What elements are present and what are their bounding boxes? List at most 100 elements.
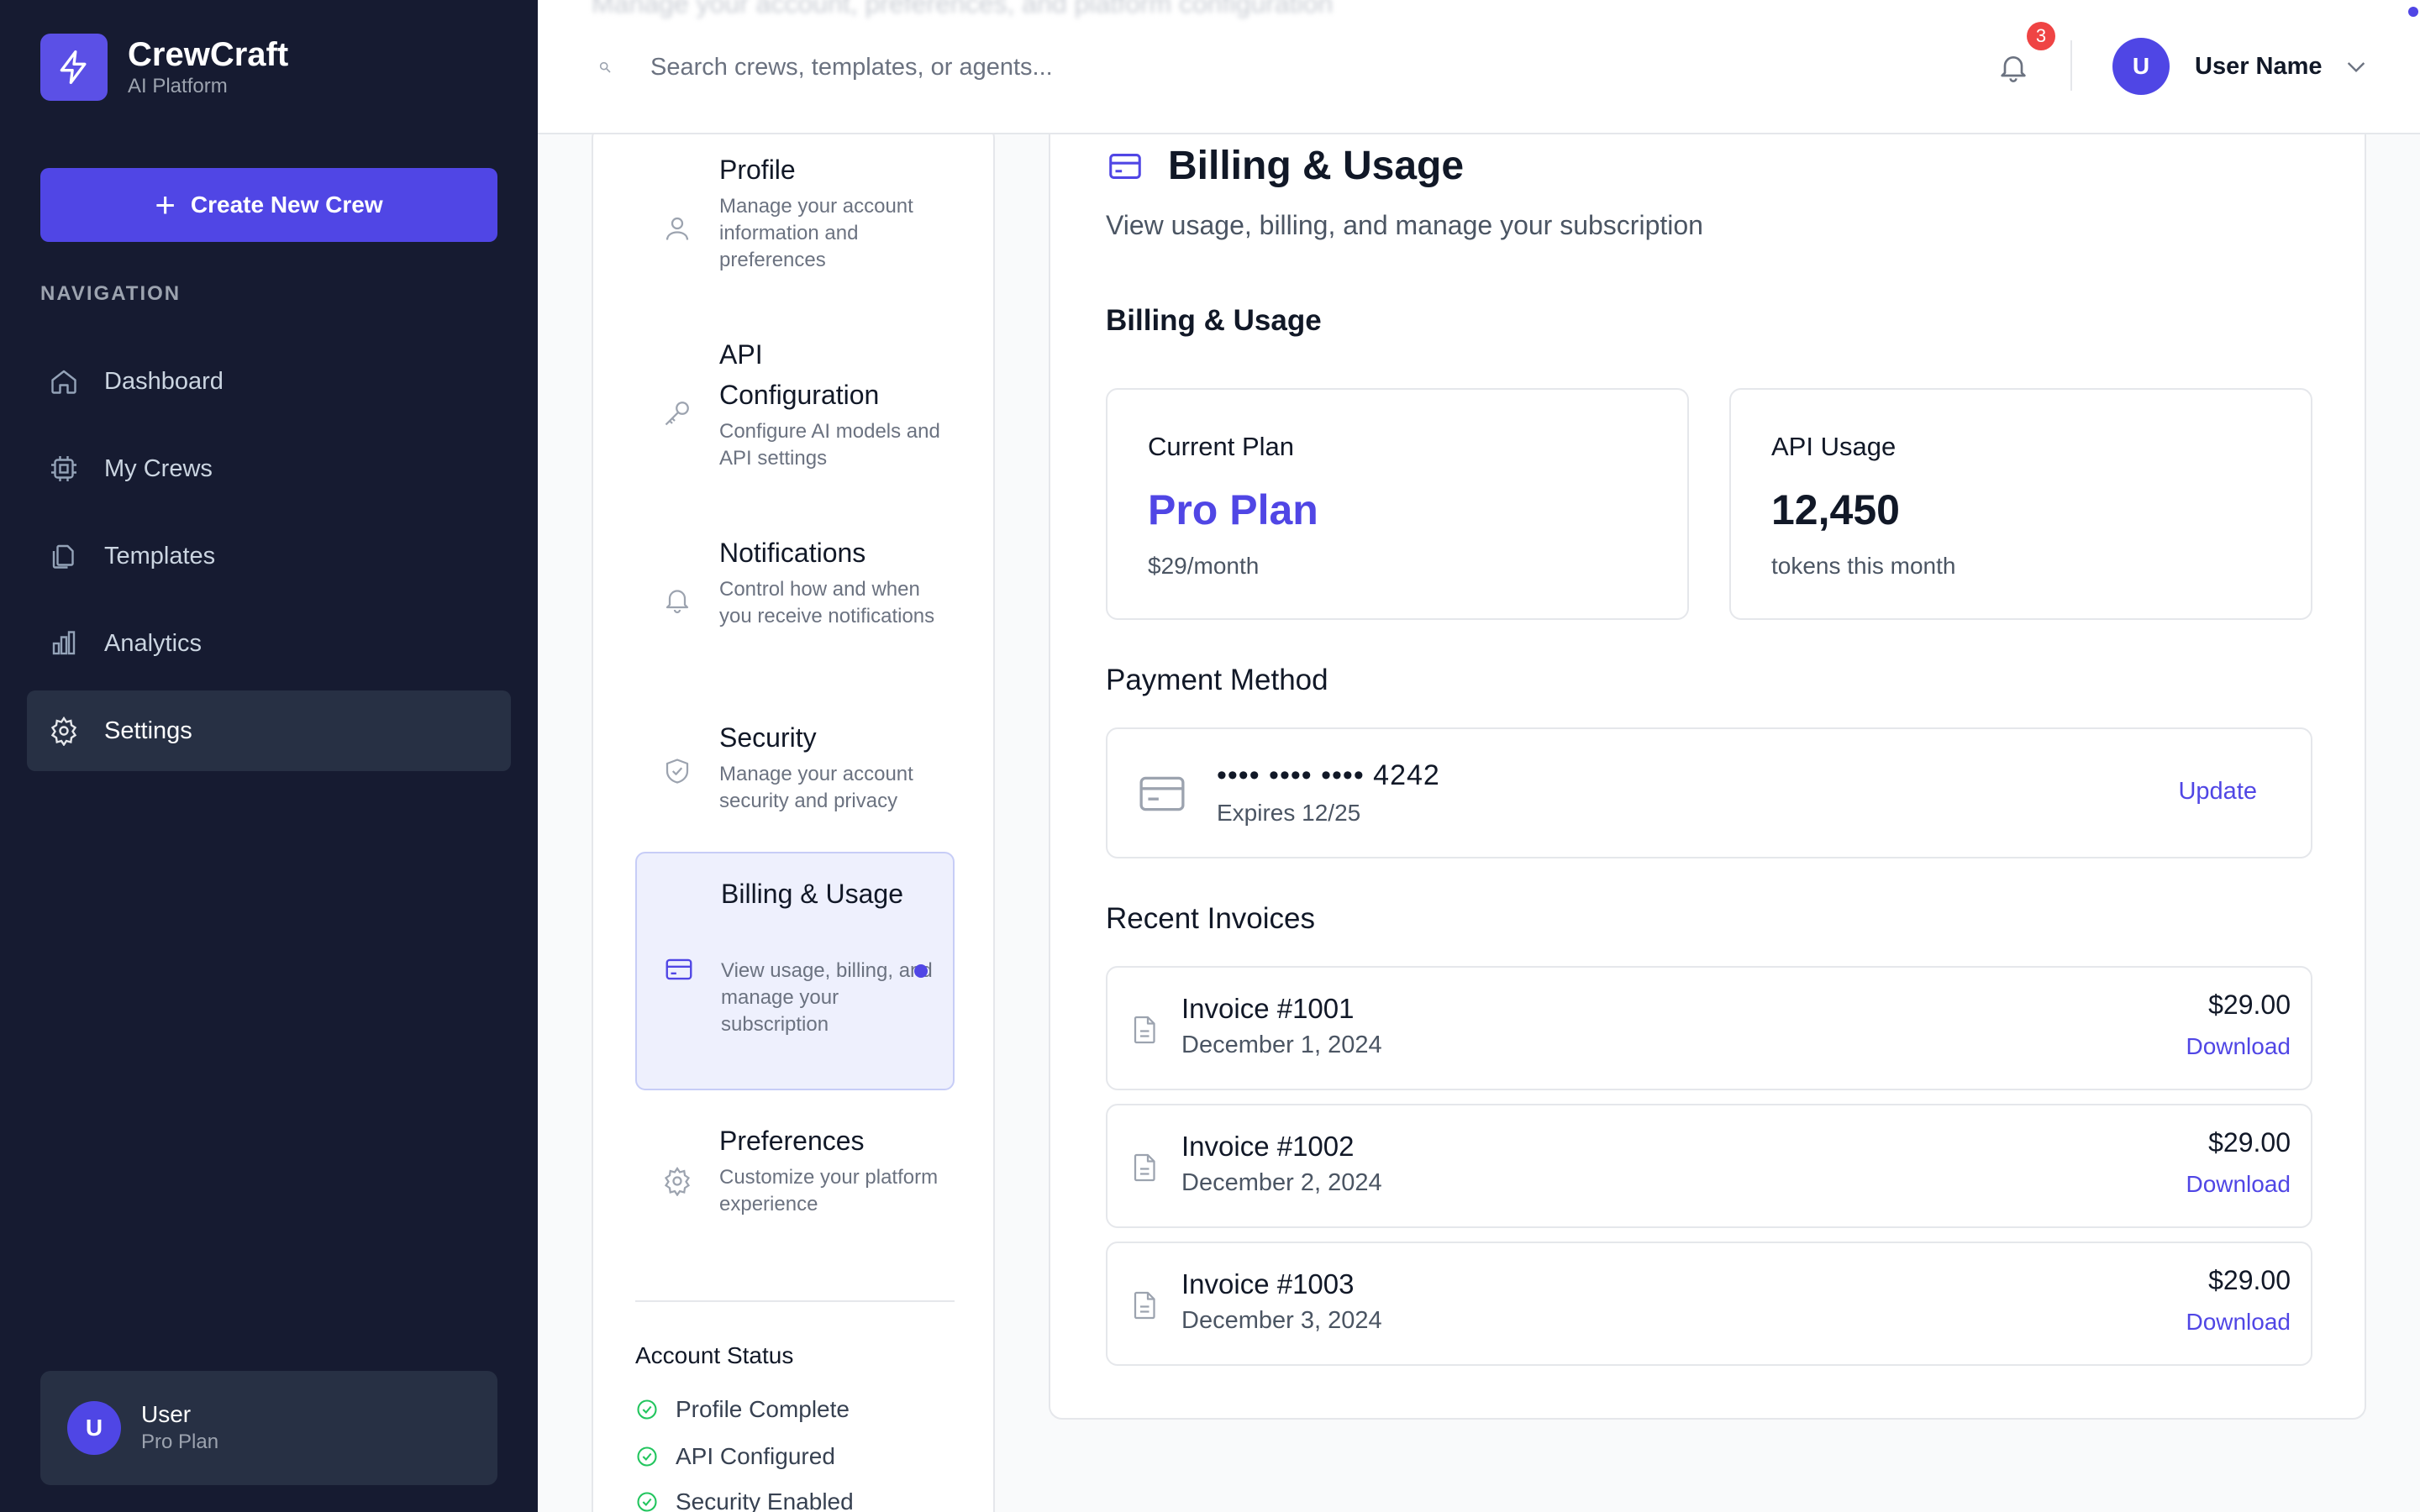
payment-method-heading: Payment Method	[1106, 664, 1328, 696]
nav-item-analytics[interactable]: Analytics	[27, 603, 511, 684]
settings-nav-title: Billing & Usage	[721, 879, 903, 909]
active-indicator-dot	[914, 964, 928, 978]
api-usage-value: 12,450	[1771, 486, 1900, 533]
current-plan-label: Current Plan	[1148, 432, 1295, 461]
status-item-label: Profile Complete	[676, 1396, 850, 1422]
invoice-download-link[interactable]: Download	[2186, 1171, 2291, 1198]
copy-icon	[47, 539, 81, 573]
home-icon	[47, 365, 81, 398]
page-title: Billing & Usage	[1168, 144, 1465, 188]
payment-method-card: •••• •••• •••• 4242 Expires 12/25 Update	[1106, 727, 2312, 858]
brand-subtitle: AI Platform	[128, 75, 228, 97]
settings-nav-item-security[interactable]: Security Manage your account security an…	[635, 712, 955, 838]
settings-nav-title: API Configuration	[719, 339, 880, 410]
api-usage-card: API Usage 12,450 tokens this month	[1729, 388, 2312, 620]
nav-item-label: Templates	[104, 542, 216, 570]
nav-item-my-crews[interactable]: My Crews	[27, 428, 511, 509]
page-subtitle-ghost: Manage your account, preferences, and pl…	[592, 0, 1334, 18]
document-icon	[1133, 1287, 1163, 1324]
settings-nav-description: Manage your account information and pref…	[719, 195, 913, 271]
card-number: •••• •••• •••• 4242	[1217, 759, 1440, 791]
status-item: API Configured	[635, 1443, 835, 1470]
nav-item-dashboard[interactable]: Dashboard	[27, 341, 511, 422]
divider	[635, 1300, 955, 1302]
api-usage-label: API Usage	[1771, 432, 1897, 461]
invoice-download-link[interactable]: Download	[2186, 1033, 2291, 1060]
invoice-date: December 1, 2024	[1181, 1032, 1382, 1058]
invoice-title: Invoice #1001	[1181, 993, 1355, 1024]
nav-item-label: Settings	[104, 717, 192, 744]
status-item: Profile Complete	[635, 1396, 850, 1423]
bar-chart-icon	[47, 627, 81, 660]
invoice-date: December 3, 2024	[1181, 1307, 1382, 1334]
nav-item-label: Analytics	[104, 629, 203, 657]
recent-invoices-heading: Recent Invoices	[1106, 902, 1316, 935]
chevron-down-icon	[2343, 52, 2371, 81]
invoice-title: Invoice #1003	[1181, 1268, 1355, 1299]
invoice-amount: $29.00	[2208, 1265, 2291, 1295]
current-plan-card: Current Plan Pro Plan $29/month	[1106, 388, 1689, 620]
settings-nav-item-notifications[interactable]: Notifications Control how and when you r…	[635, 528, 955, 687]
gear-icon	[47, 714, 81, 748]
invoice-row: Invoice #1003 December 3, 2024 $29.00 Do…	[1106, 1242, 2312, 1366]
create-new-crew-label: Create New Crew	[190, 192, 383, 218]
settings-nav-title: Notifications	[719, 538, 866, 568]
card-expiry: Expires 12/25	[1217, 800, 1361, 826]
invoice-title: Invoice #1002	[1181, 1131, 1355, 1162]
settings-nav-item-profile[interactable]: Profile Manage your account information …	[635, 144, 955, 304]
current-plan-value: Pro Plan	[1148, 486, 1318, 533]
section-title: Billing & Usage	[1106, 304, 1322, 337]
nav-heading: NAVIGATION	[40, 282, 182, 305]
settings-nav-description: Configure AI models and API settings	[719, 420, 940, 470]
settings-nav-description: Control how and when you receive notific…	[719, 578, 935, 627]
update-payment-link[interactable]: Update	[2178, 778, 2257, 806]
shield-check-icon	[660, 754, 694, 788]
user-menu[interactable]: U User Name	[2112, 38, 2371, 95]
key-icon	[660, 396, 694, 430]
search-input[interactable]	[650, 53, 1407, 81]
check-circle-icon	[635, 1397, 660, 1422]
bell-icon	[660, 583, 694, 617]
brand[interactable]: CrewCraft AI Platform	[40, 34, 288, 101]
invoice-download-link[interactable]: Download	[2186, 1309, 2291, 1336]
invoice-date: December 2, 2024	[1181, 1169, 1382, 1196]
settings-nav-title: Profile	[719, 155, 796, 185]
notifications-button[interactable]	[1991, 45, 2035, 89]
check-circle-icon	[635, 1489, 660, 1512]
status-dot	[2408, 7, 2418, 17]
nav-item-settings[interactable]: Settings	[27, 690, 511, 771]
header-user-name: User Name	[2195, 52, 2323, 80]
page-subtitle: View usage, billing, and manage your sub…	[1106, 210, 1703, 240]
panel-title-row: Billing & Usage	[1106, 143, 1464, 189]
settings-nav-item-billing-usage[interactable]: Billing & Usage View usage, billing, and…	[635, 852, 955, 1090]
search-bar[interactable]	[598, 47, 1523, 87]
settings-nav-item-preferences[interactable]: Preferences Customize your platform expe…	[635, 1116, 955, 1250]
search-icon	[598, 59, 615, 76]
invoice-row: Invoice #1002 December 2, 2024 $29.00 Do…	[1106, 1104, 2312, 1228]
nav-item-label: Dashboard	[104, 367, 224, 395]
user-icon	[660, 212, 694, 245]
gear-icon	[660, 1164, 694, 1198]
avatar: U	[67, 1401, 121, 1455]
lightning-logo-icon	[40, 34, 108, 101]
document-icon	[1133, 1011, 1163, 1048]
user-name: User	[141, 1401, 192, 1427]
credit-card-icon	[662, 953, 696, 986]
nav-item-templates[interactable]: Templates	[27, 516, 511, 596]
account-status-heading: Account Status	[635, 1342, 794, 1368]
top-header: Manage your account, preferences, and pl…	[538, 0, 2420, 134]
settings-nav-item-api-configuration[interactable]: API Configuration Configure AI models an…	[635, 329, 955, 497]
create-new-crew-button[interactable]: + Create New Crew	[40, 168, 497, 242]
sidebar-user-card[interactable]: U User Pro Plan	[40, 1371, 497, 1485]
brand-name: CrewCraft	[128, 36, 289, 73]
cpu-icon	[47, 452, 81, 486]
notification-count-badge: 3	[2027, 22, 2055, 50]
avatar: U	[2112, 38, 2170, 95]
invoice-row: Invoice #1001 December 1, 2024 $29.00 Do…	[1106, 966, 2312, 1090]
credit-card-icon	[1106, 147, 1144, 186]
settings-nav-description: Customize your platform experience	[719, 1166, 939, 1215]
plus-icon: +	[155, 185, 176, 224]
status-item: Security Enabled	[635, 1488, 854, 1512]
api-usage-note: tokens this month	[1771, 553, 1956, 579]
check-circle-icon	[635, 1444, 660, 1469]
